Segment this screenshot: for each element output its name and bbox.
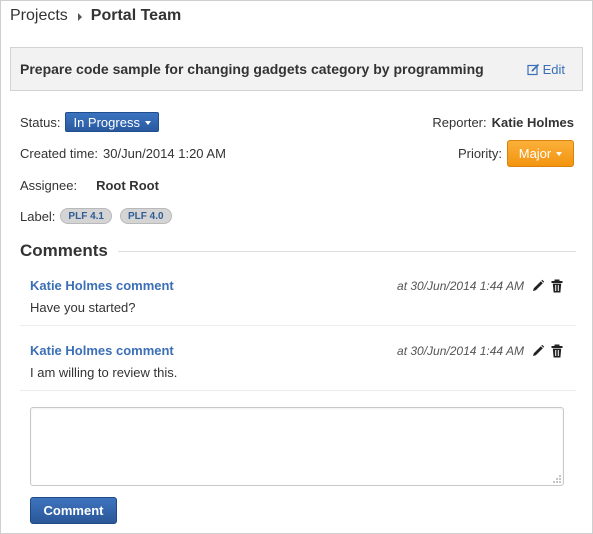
pencil-icon[interactable] (531, 279, 545, 293)
caret-down-icon (556, 151, 563, 156)
task-title: Prepare code sample for changing gadgets… (20, 61, 484, 77)
breadcrumb-projects-link[interactable]: Projects (10, 7, 68, 25)
comment-submit-button[interactable]: Comment (30, 497, 117, 524)
status-label: Status: (20, 114, 61, 130)
pencil-icon[interactable] (531, 344, 545, 358)
label-tag[interactable]: PLF 4.1 (60, 208, 112, 224)
edit-label: Edit (542, 61, 565, 77)
task-detail-panel: Projects Portal Team Prepare code sample… (0, 0, 593, 534)
trash-icon[interactable] (550, 279, 564, 293)
label-label: Label: (20, 208, 56, 224)
trash-icon[interactable] (550, 344, 564, 358)
assignee-label: Assignee: (20, 177, 78, 193)
status-value: In Progress (73, 114, 140, 130)
priority-value: Major (518, 145, 552, 161)
reporter-row: Reporter: Katie Holmes (432, 114, 574, 130)
created-row: Created time: 30/Jun/2014 1:20 AM (20, 145, 226, 161)
comment-author[interactable]: Katie Holmes comment (30, 343, 174, 358)
priority-dropdown[interactable]: Major (507, 139, 574, 167)
label-row: Label: PLF 4.1 PLF 4.0 (20, 207, 172, 225)
resize-grip-icon[interactable] (550, 472, 562, 484)
created-value: 30/Jun/2014 1:20 AM (103, 145, 226, 161)
comment-author[interactable]: Katie Holmes comment (30, 278, 174, 293)
comment-time: at 30/Jun/2014 1:44 AM (397, 279, 524, 293)
chevron-right-icon (77, 13, 82, 21)
comment-text: Have you started? (30, 300, 136, 315)
priority-label: Priority: (457, 145, 502, 161)
comments-header: Comments (20, 241, 576, 261)
assignee-value[interactable]: Root Root (96, 178, 159, 193)
status-row: Status: In Progress (20, 112, 159, 132)
reporter-label: Reporter: (432, 114, 487, 130)
comment-input[interactable] (30, 407, 564, 486)
edit-button[interactable]: Edit (526, 61, 565, 77)
caret-down-icon (144, 120, 151, 125)
status-dropdown[interactable]: In Progress (65, 112, 159, 132)
reporter-value: Katie Holmes (491, 114, 574, 130)
comment-text: I am willing to review this. (30, 365, 178, 380)
task-title-bar: Prepare code sample for changing gadgets… (10, 47, 583, 91)
priority-row: Priority: Major (458, 139, 574, 167)
comment-item: Katie Holmes comment at 30/Jun/2014 1:44… (20, 333, 576, 391)
divider (117, 250, 576, 252)
breadcrumb: Projects Portal Team (10, 6, 181, 26)
assignee-row: Assignee: Root Root (20, 177, 159, 193)
label-tag[interactable]: PLF 4.0 (120, 208, 172, 224)
comment-item: Katie Holmes comment at 30/Jun/2014 1:44… (20, 268, 576, 326)
edit-icon (526, 63, 539, 75)
comments-heading: Comments (20, 241, 108, 260)
comment-time: at 30/Jun/2014 1:44 AM (397, 344, 524, 358)
breadcrumb-current: Portal Team (90, 7, 182, 24)
created-label: Created time: (20, 145, 99, 161)
